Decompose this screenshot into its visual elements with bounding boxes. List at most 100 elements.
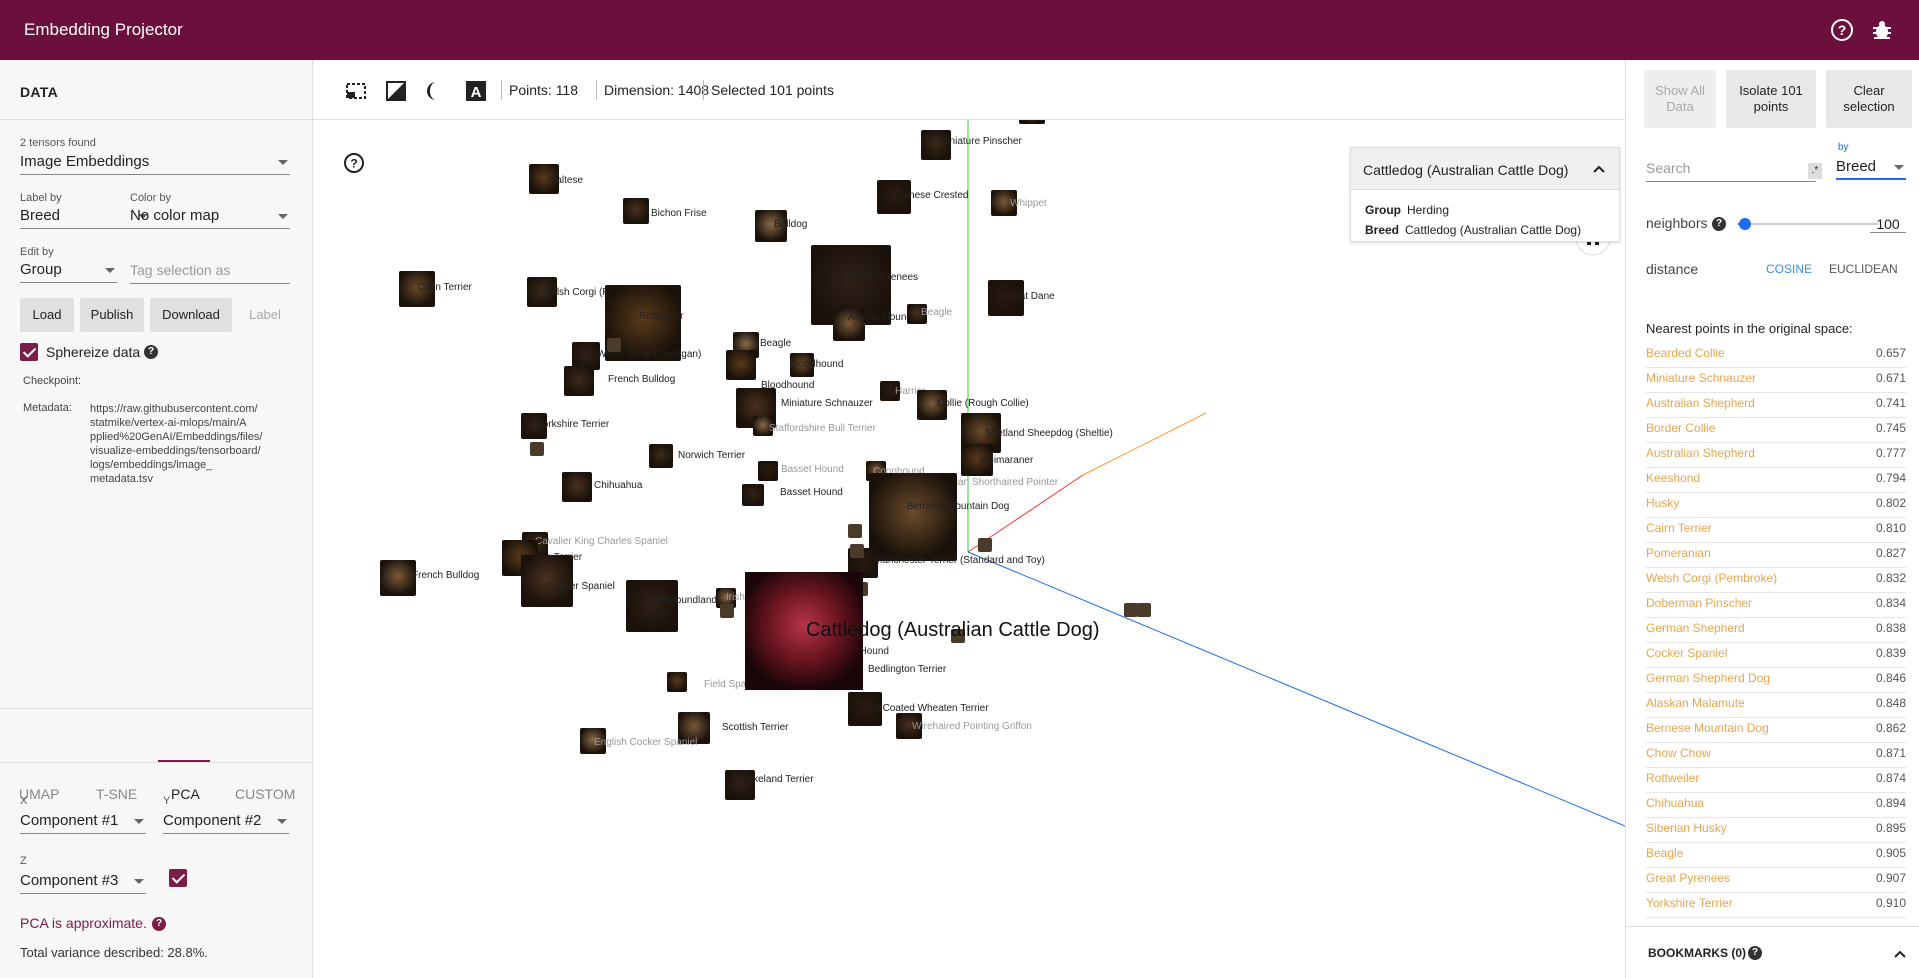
point-image[interactable] xyxy=(848,524,862,538)
point-image[interactable] xyxy=(1137,603,1151,617)
help-icon[interactable]: ? xyxy=(343,152,365,174)
nearest-point-row[interactable]: Siberian Husky 0.895 xyxy=(1646,818,1906,843)
point-label: Cocker Spaniel xyxy=(547,581,615,592)
nearest-point-row[interactable]: Australian Shepherd 0.777 xyxy=(1646,443,1906,468)
point-image[interactable] xyxy=(742,484,764,506)
nearest-point-name: Miniature Schnauzer xyxy=(1646,371,1757,385)
tab-tsne[interactable]: T-SNE xyxy=(96,786,137,802)
nearest-point-row[interactable]: Pomeranian 0.827 xyxy=(1646,543,1906,568)
tab-pca[interactable]: PCA xyxy=(171,786,200,802)
point-image[interactable] xyxy=(1124,603,1138,617)
nearest-point-row[interactable]: Cairn Terrier 0.810 xyxy=(1646,518,1906,543)
nearest-point-row[interactable]: Miniature Schnauzer 0.671 xyxy=(1646,368,1906,393)
svg-text:?: ? xyxy=(1838,22,1847,38)
regex-toggle[interactable]: .* xyxy=(1808,163,1822,179)
help-icon[interactable]: ? xyxy=(1830,18,1854,42)
point-label: Great Dane xyxy=(1003,291,1055,302)
label-button[interactable]: Label xyxy=(240,298,290,332)
nearest-point-row[interactable]: Alaskan Malamute 0.848 xyxy=(1646,693,1906,718)
nearest-point-distance: 0.846 xyxy=(1875,671,1906,685)
point-image[interactable] xyxy=(978,538,992,552)
point-label: French Bulldog xyxy=(608,374,676,385)
point-image[interactable] xyxy=(758,461,778,481)
bug-report-icon[interactable] xyxy=(1870,18,1894,42)
tab-custom[interactable]: CUSTOM xyxy=(235,786,295,802)
z-component-select[interactable]: Component #3 xyxy=(20,870,146,894)
x-component-select[interactable]: Component #1 xyxy=(20,810,146,834)
bookmarks-label[interactable]: BOOKMARKS (0) xyxy=(1648,946,1746,960)
nearest-point-row[interactable]: Doberman Pinscher 0.834 xyxy=(1646,593,1906,618)
point-image[interactable] xyxy=(720,604,734,618)
point-image[interactable] xyxy=(562,472,592,502)
point-image[interactable] xyxy=(850,544,864,558)
point-image[interactable] xyxy=(726,350,756,380)
nearest-point-row[interactable]: German Shepherd Dog 0.846 xyxy=(1646,668,1906,693)
y-component-select[interactable]: Component #2 xyxy=(163,810,289,834)
nearest-point-row[interactable]: Beagle 0.905 xyxy=(1646,843,1906,868)
edit-by-select[interactable]: Group xyxy=(20,259,117,283)
nearest-point-row[interactable]: Great Pyrenees 0.907 xyxy=(1646,868,1906,893)
help-icon[interactable]: ? xyxy=(152,917,166,931)
isolate-points-button[interactable]: Isolate 101 points xyxy=(1726,70,1816,128)
nearest-point-row[interactable]: Chihuahua 0.894 xyxy=(1646,793,1906,818)
nearest-point-row[interactable]: Keeshond 0.794 xyxy=(1646,468,1906,493)
neighbors-slider-thumb[interactable] xyxy=(1739,218,1751,230)
help-icon[interactable]: ? xyxy=(144,345,158,359)
nearest-point-row[interactable]: Chow Chow 0.871 xyxy=(1646,743,1906,768)
point-image[interactable] xyxy=(564,366,594,396)
chevron-up-icon[interactable] xyxy=(1593,164,1605,174)
download-button[interactable]: Download xyxy=(150,298,232,332)
tag-selection-input[interactable]: Tag selection as xyxy=(130,262,290,284)
nearest-point-row[interactable]: Border Collie 0.745 xyxy=(1646,418,1906,443)
info-card-title: Cattledog (Australian Cattle Dog) xyxy=(1363,162,1569,178)
nearest-point-name: Welsh Corgi (Pembroke) xyxy=(1646,571,1778,585)
search-input[interactable]: Search xyxy=(1646,160,1816,182)
point-image[interactable] xyxy=(1019,120,1045,124)
nearest-point-row[interactable]: Bernese Mountain Dog 0.862 xyxy=(1646,718,1906,743)
night-mode-icon[interactable] xyxy=(385,80,407,102)
nearest-point-row[interactable]: German Shepherd 0.838 xyxy=(1646,618,1906,643)
search-by-select[interactable]: Breed xyxy=(1836,156,1906,180)
help-icon[interactable]: ? xyxy=(1712,217,1726,231)
focused-point-label: Cattledog (Australian Cattle Dog) xyxy=(806,619,1100,641)
point-image[interactable] xyxy=(380,560,416,596)
publish-button[interactable]: Publish xyxy=(80,298,144,332)
show-all-data-button[interactable]: Show All Data xyxy=(1644,70,1716,128)
help-icon[interactable]: ? xyxy=(1748,946,1762,960)
euclidean-option[interactable]: EUCLIDEAN xyxy=(1829,262,1898,276)
nearest-point-row[interactable]: Rottweiler 0.874 xyxy=(1646,768,1906,793)
clear-selection-button[interactable]: Clear selection xyxy=(1826,70,1912,128)
nearest-point-row[interactable]: Yorkshire Terrier 0.910 xyxy=(1646,893,1906,918)
point-image[interactable] xyxy=(623,198,649,224)
neighbors-slider-track[interactable] xyxy=(1738,223,1878,225)
nearest-point-row[interactable]: Bearded Collie 0.657 xyxy=(1646,343,1906,368)
select-region-icon[interactable] xyxy=(345,80,367,102)
crescent-icon[interactable] xyxy=(425,80,447,102)
cosine-option[interactable]: COSINE xyxy=(1766,262,1812,276)
info-group-row: Group Herding xyxy=(1365,203,1449,217)
point-image[interactable] xyxy=(667,672,687,692)
text-labels-icon[interactable]: A xyxy=(465,80,487,102)
neighbors-input[interactable]: 100 xyxy=(1870,216,1906,233)
nearest-point-row[interactable]: Welsh Corgi (Pembroke) 0.832 xyxy=(1646,568,1906,593)
point-image[interactable] xyxy=(869,473,957,561)
nearest-point-row[interactable]: Australian Shepherd 0.741 xyxy=(1646,393,1906,418)
nearest-point-distance: 0.907 xyxy=(1875,871,1906,885)
point-image[interactable] xyxy=(649,444,673,468)
z-enable-checkbox[interactable] xyxy=(169,869,187,887)
chevron-up-icon[interactable] xyxy=(1894,949,1906,959)
point-image[interactable] xyxy=(530,442,544,456)
tensor-select[interactable]: Image Embeddings xyxy=(20,151,290,175)
color-by-select[interactable]: No color map xyxy=(130,205,290,229)
bookmarks-bar: BOOKMARKS (0) ? xyxy=(1626,926,1919,978)
nearest-point-name: Siberian Husky xyxy=(1646,821,1727,835)
point-image[interactable] xyxy=(626,580,678,632)
nearest-point-distance: 0.671 xyxy=(1875,371,1906,385)
projection-canvas[interactable]: ? Rhodesian RidgebackMiniature PinscherM… xyxy=(313,120,1625,978)
sphereize-checkbox[interactable] xyxy=(20,343,38,361)
nearest-point-row[interactable]: Husky 0.802 xyxy=(1646,493,1906,518)
nearest-point-row[interactable]: Cocker Spaniel 0.839 xyxy=(1646,643,1906,668)
nearest-point-distance: 0.905 xyxy=(1875,846,1906,860)
point-image[interactable] xyxy=(607,338,621,352)
load-button[interactable]: Load xyxy=(20,298,74,332)
